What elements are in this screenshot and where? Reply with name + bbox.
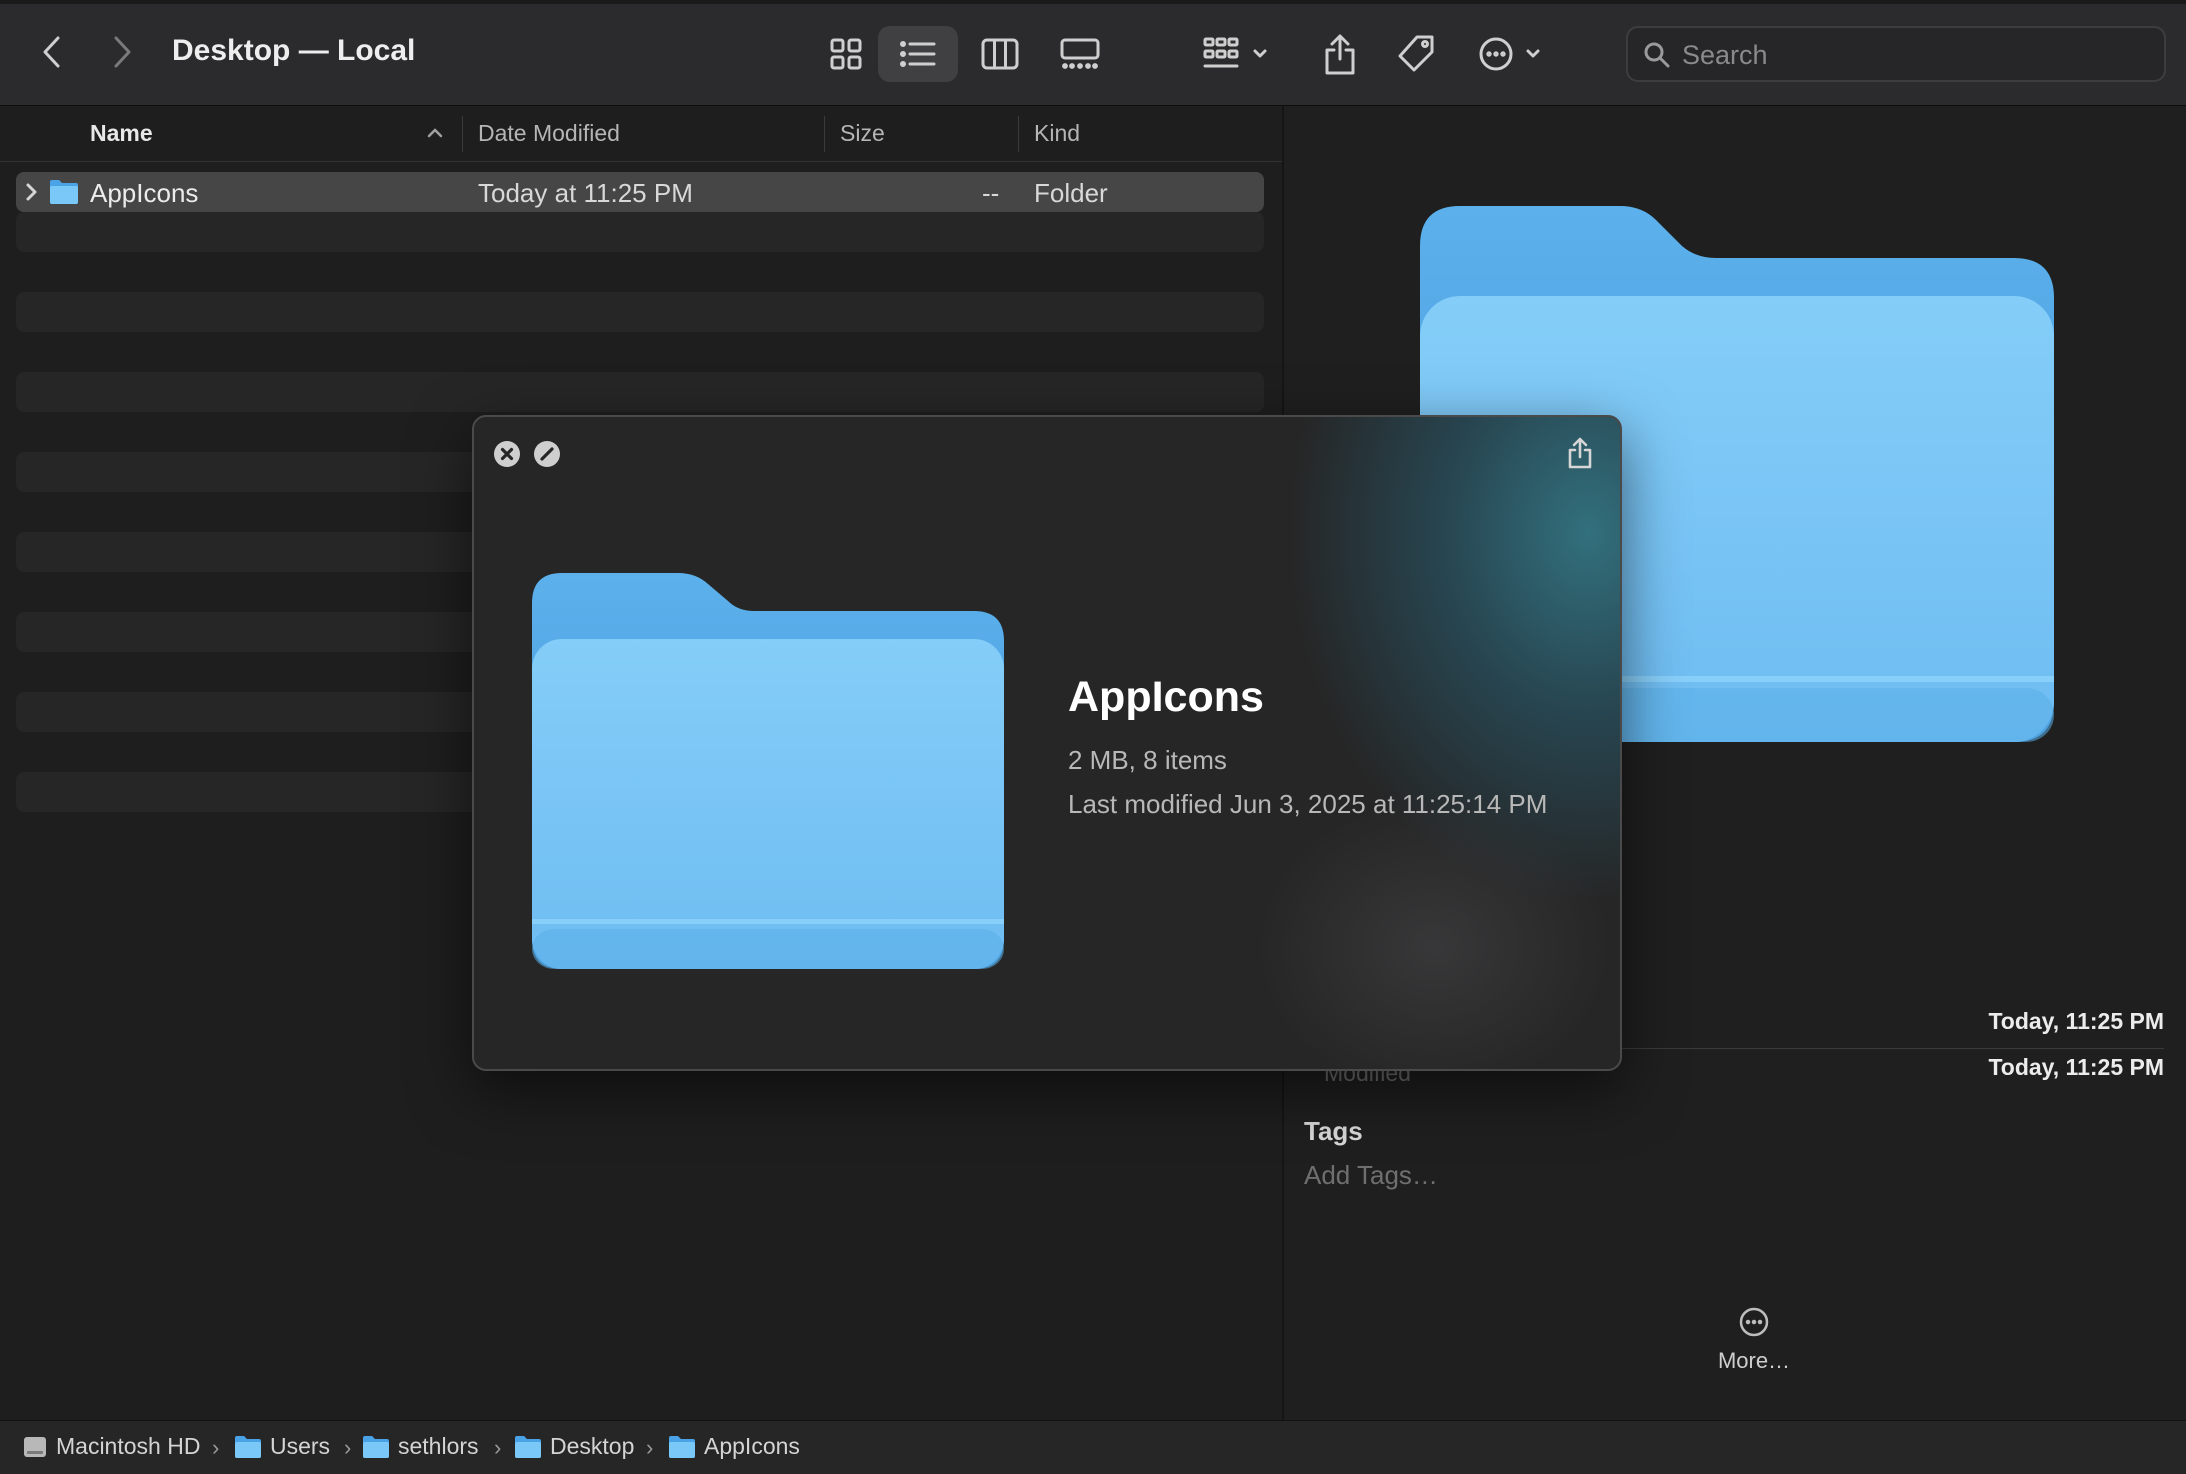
- path-label: sethlors: [398, 1433, 479, 1459]
- sort-ascending-icon: [426, 126, 444, 140]
- folder-icon: [48, 178, 80, 206]
- folder-icon: [235, 1435, 261, 1458]
- created-value: Today, 11:25 PM: [1988, 1008, 2164, 1034]
- view-switcher: [806, 26, 1100, 82]
- share-button[interactable]: [1562, 435, 1598, 471]
- more-button[interactable]: More…: [1684, 1306, 1824, 1396]
- share-icon: [1568, 437, 1592, 469]
- chevron-right-icon: [26, 183, 37, 201]
- back-button[interactable]: [30, 30, 74, 74]
- file-kind: Folder: [1034, 178, 1108, 208]
- tags-title: Tags: [1304, 1116, 1363, 1146]
- column-view-button[interactable]: [960, 26, 1040, 82]
- action-menu-button[interactable]: [1470, 28, 1554, 80]
- column-date-header[interactable]: Date Modified: [478, 120, 620, 147]
- search-icon: [1644, 42, 1670, 68]
- close-icon: [500, 447, 514, 461]
- column-header: Name Date Modified Size Kind: [0, 106, 1282, 162]
- column-view-icon: [981, 38, 1019, 70]
- close-button[interactable]: [494, 441, 520, 467]
- search-input[interactable]: [1680, 36, 2144, 74]
- list-view-icon: [900, 41, 936, 67]
- path-label: AppIcons: [704, 1433, 800, 1459]
- path-item-macintosh-hd[interactable]: Macintosh HD: [22, 1433, 200, 1460]
- share-icon: [1325, 34, 1355, 75]
- ellipsis-circle-icon: [1479, 37, 1540, 71]
- share-button[interactable]: [1312, 26, 1368, 82]
- column-name-header[interactable]: Name: [90, 120, 153, 147]
- path-label: Macintosh HD: [56, 1433, 201, 1459]
- group-icon: [1203, 37, 1267, 68]
- path-item-appicons[interactable]: AppIcons: [668, 1433, 800, 1460]
- path-separator: ›: [212, 1435, 220, 1460]
- empty-row-stripe: [16, 292, 1264, 332]
- quick-look-window: AppIcons 2 MB, 8 items Last modified Jun…: [472, 415, 1622, 1071]
- file-size: --: [982, 178, 1000, 208]
- toolbar-top-strip: [0, 0, 2186, 4]
- path-label: Desktop: [550, 1433, 635, 1459]
- path-item-desktop[interactable]: Desktop: [514, 1433, 634, 1460]
- hard-drive-icon: [24, 1436, 46, 1457]
- toolbar: Desktop — Local: [0, 0, 2186, 106]
- ellipsis-circle-icon: [1739, 1307, 1769, 1337]
- column-kind-header[interactable]: Kind: [1034, 120, 1080, 147]
- chevron-left-icon: [43, 36, 60, 68]
- path-bar: Macintosh HD › Users › sethlors › Deskto…: [0, 1420, 2186, 1474]
- folder-icon: [363, 1435, 389, 1458]
- list-view-button[interactable]: [878, 26, 958, 82]
- fullscreen-button[interactable]: [534, 441, 560, 467]
- forward-button[interactable]: [100, 30, 144, 74]
- table-row[interactable]: AppIcons Today at 11:25 PM -- Folder: [16, 172, 1264, 212]
- quick-look-title: AppIcons: [1068, 673, 1264, 721]
- empty-row-stripe: [16, 212, 1264, 252]
- tag-icon: [1398, 35, 1434, 72]
- tag-button[interactable]: [1388, 26, 1444, 82]
- modified-value: Today, 11:25 PM: [1988, 1054, 2164, 1080]
- gallery-view-button[interactable]: [1040, 26, 1120, 82]
- search-field[interactable]: [1626, 26, 2166, 82]
- folder-icon: [669, 1435, 695, 1458]
- file-date-modified: Today at 11:25 PM: [478, 178, 693, 208]
- path-separator: ›: [646, 1435, 654, 1460]
- folder-icon: [532, 573, 1004, 969]
- icon-view-icon: [830, 38, 862, 70]
- path-separator: ›: [494, 1435, 502, 1460]
- icon-view-button[interactable]: [806, 26, 886, 82]
- add-tags-field[interactable]: Add Tags…: [1304, 1160, 1438, 1191]
- quick-look-modified: Last modified Jun 3, 2025 at 11:25:14 PM: [1068, 789, 1548, 819]
- fullscreen-icon: [540, 447, 554, 461]
- file-name: AppIcons: [90, 178, 199, 208]
- column-size-header[interactable]: Size: [840, 120, 885, 147]
- disclosure-triangle[interactable]: [24, 180, 40, 204]
- column-divider[interactable]: [824, 116, 825, 152]
- chevron-right-icon: [114, 36, 131, 68]
- folder-icon: [515, 1435, 541, 1458]
- column-divider[interactable]: [1018, 116, 1019, 152]
- group-button[interactable]: [1196, 28, 1280, 80]
- more-label: More…: [1717, 1348, 1791, 1373]
- window-title: Desktop — Local: [172, 34, 416, 67]
- quick-look-size-info: 2 MB, 8 items: [1068, 745, 1227, 775]
- column-divider[interactable]: [462, 116, 463, 152]
- gallery-view-icon: [1060, 38, 1100, 69]
- path-label: Users: [270, 1433, 331, 1459]
- path-item-sethlors[interactable]: sethlors: [362, 1433, 479, 1460]
- empty-row-stripe: [16, 372, 1264, 412]
- background-glow: [1254, 797, 1614, 1069]
- path-separator: ›: [344, 1435, 352, 1460]
- path-item-users[interactable]: Users: [234, 1433, 330, 1460]
